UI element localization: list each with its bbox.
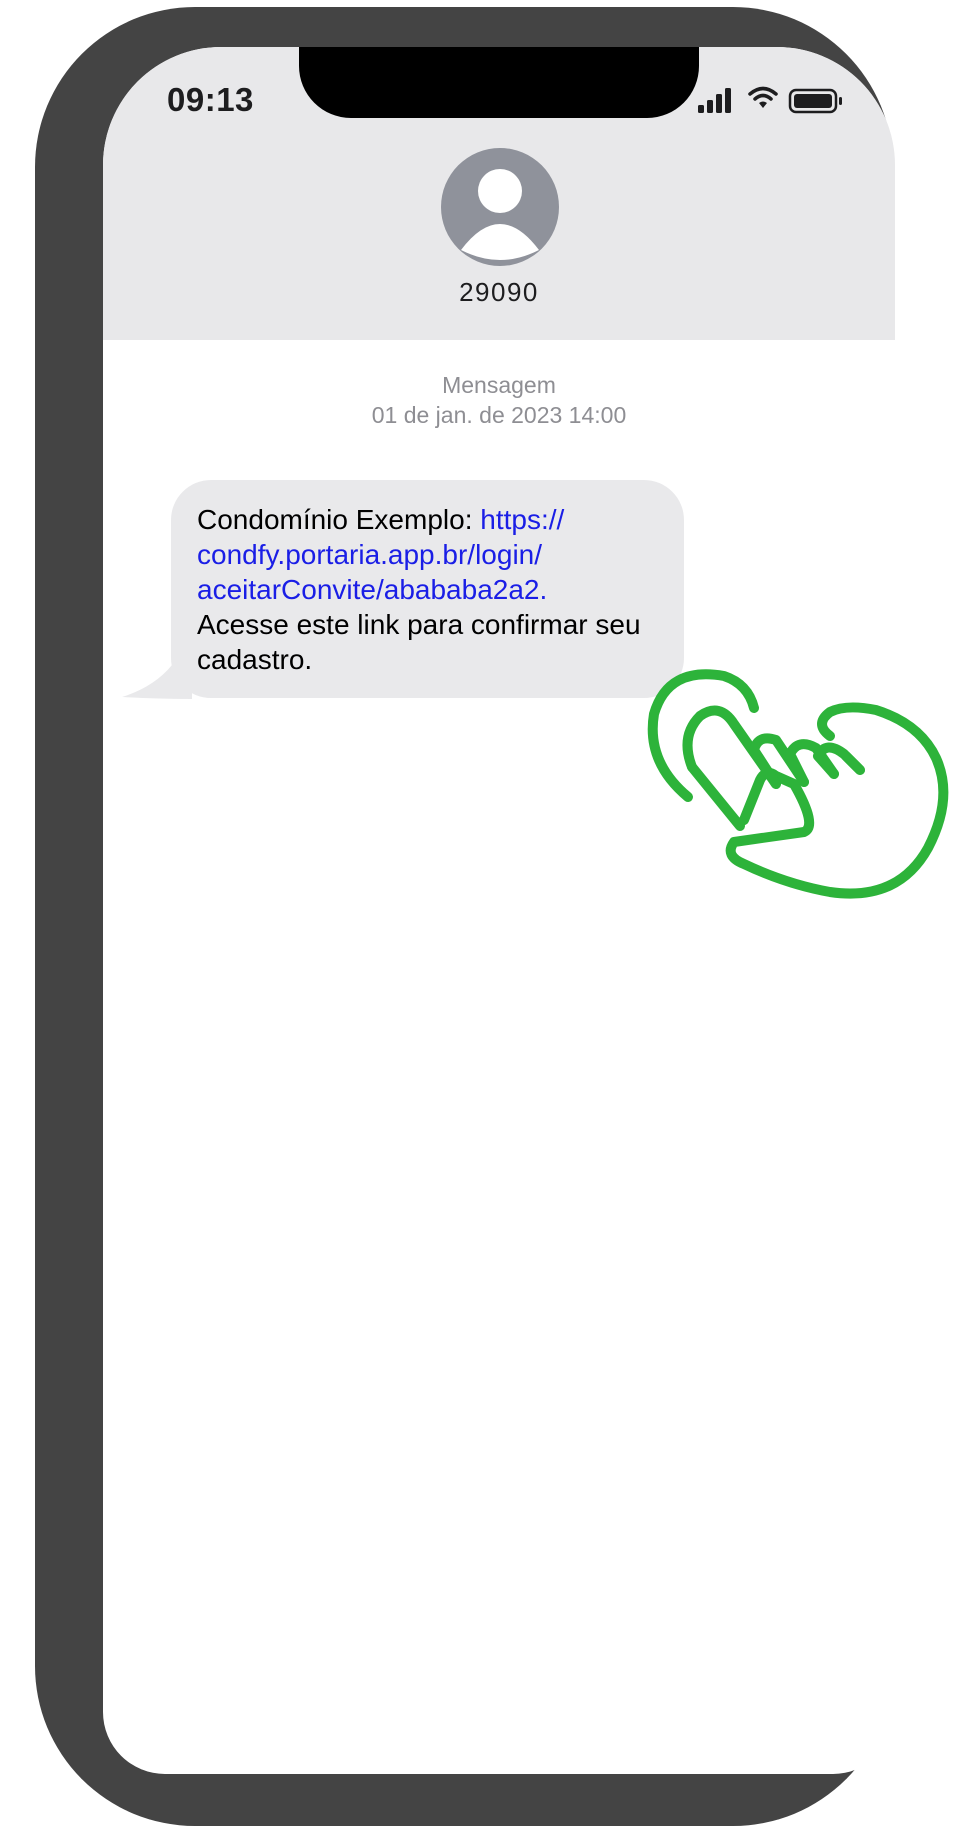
message-body-text: Acesse este link para confirmar seu cada… <box>197 609 641 675</box>
message-sender-prefix: Condomínio Exemplo: <box>197 504 481 535</box>
contact-number[interactable]: 29090 <box>103 277 895 308</box>
contact-avatar[interactable] <box>441 148 559 266</box>
tap-hand-icon <box>647 669 949 899</box>
battery-icon <box>788 85 844 115</box>
message-meta: Mensagem 01 de jan. de 2023 14:00 <box>103 370 895 430</box>
message-date: 01 de jan. de 2023 14:00 <box>371 402 627 428</box>
person-avatar-icon <box>441 148 559 266</box>
conversation-header: 09:13 29090 <box>103 47 895 340</box>
message-bubble: Condomínio Exemplo: https:// condfy.port… <box>171 480 684 698</box>
phone-mockup: 09:13 29090 Mensagem 01 de jan. de 2023 … <box>0 0 959 1826</box>
phone-frame: 09:13 29090 Mensagem 01 de jan. de 2023 … <box>35 7 895 1826</box>
phone-notch <box>299 47 699 118</box>
signal-icon <box>696 85 738 115</box>
wifi-icon <box>748 85 778 111</box>
status-time: 09:13 <box>167 81 254 118</box>
message-link-part-2[interactable]: condfy.portaria.app.br/login/ <box>197 539 542 570</box>
message-label: Mensagem <box>442 372 556 398</box>
message-link-part-3[interactable]: aceitarConvite/abababa2a2. <box>197 574 547 605</box>
status-icons <box>696 85 856 119</box>
message-link-part-1[interactable]: https:// <box>480 504 564 535</box>
